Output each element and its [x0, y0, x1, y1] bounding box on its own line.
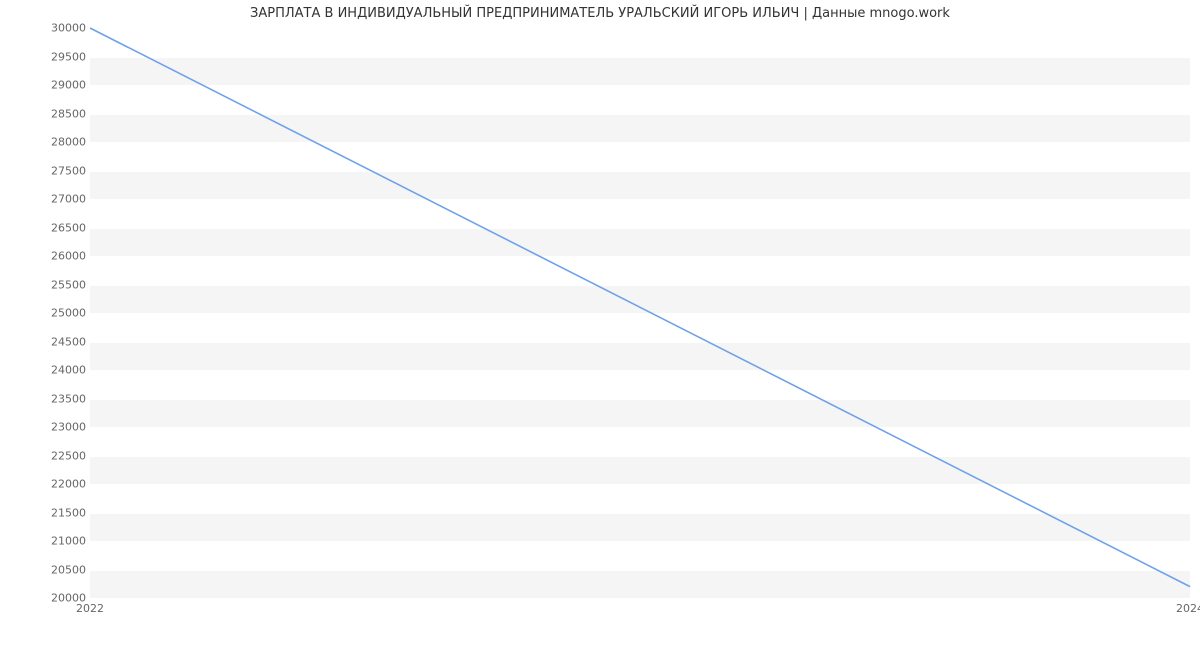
y-tick-label: 29500: [26, 50, 86, 63]
x-tick-label: 2024: [1176, 602, 1200, 615]
y-tick-label: 28000: [26, 136, 86, 149]
y-tick-label: 23500: [26, 392, 86, 405]
y-tick-label: 24500: [26, 335, 86, 348]
series-line: [90, 28, 1190, 587]
y-tick-label: 24000: [26, 364, 86, 377]
y-tick-label: 26000: [26, 250, 86, 263]
y-tick-label: 21000: [26, 535, 86, 548]
chart-title: ЗАРПЛАТА В ИНДИВИДУАЛЬНЫЙ ПРЕДПРИНИМАТЕЛ…: [0, 6, 1200, 21]
y-tick-label: 25000: [26, 307, 86, 320]
y-tick-label: 22000: [26, 478, 86, 491]
plot-area: [90, 28, 1190, 598]
line-chart: ЗАРПЛАТА В ИНДИВИДУАЛЬНЫЙ ПРЕДПРИНИМАТЕЛ…: [0, 0, 1200, 650]
y-tick-label: 27000: [26, 193, 86, 206]
y-tick-label: 29000: [26, 79, 86, 92]
y-tick-label: 26500: [26, 221, 86, 234]
x-tick-label: 2022: [76, 602, 104, 615]
y-tick-label: 30000: [26, 22, 86, 35]
y-tick-label: 28500: [26, 107, 86, 120]
y-tick-label: 21500: [26, 506, 86, 519]
y-tick-label: 27500: [26, 164, 86, 177]
chart-line-layer: [90, 28, 1190, 598]
y-tick-label: 20500: [26, 563, 86, 576]
y-tick-label: 23000: [26, 421, 86, 434]
y-tick-label: 22500: [26, 449, 86, 462]
gridline: [90, 598, 1190, 599]
y-tick-label: 25500: [26, 278, 86, 291]
